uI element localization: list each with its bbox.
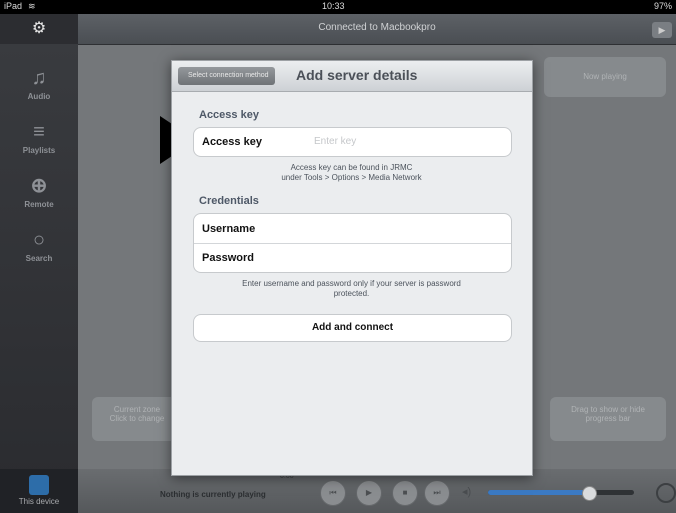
credentials-note-1: Enter username and password only if your… <box>242 279 461 288</box>
volume-thumb[interactable] <box>582 486 597 501</box>
remote-icon: ⊕ <box>30 175 48 197</box>
volume-fill <box>488 490 588 495</box>
device-name: iPad <box>4 1 23 11</box>
sidebar-item-remote[interactable]: ⊕ Remote <box>0 174 78 222</box>
volume-slider[interactable] <box>488 486 634 501</box>
sidebar-item-label: Search <box>25 254 53 263</box>
credentials-note-2: protected. <box>333 289 370 298</box>
add-and-connect-button[interactable]: Add and connect <box>193 314 512 342</box>
username-label: Username <box>202 223 256 235</box>
access-key-label: Access key <box>202 136 262 148</box>
play-icon[interactable]: ▶ <box>356 480 382 506</box>
volume-icon: ◂) <box>462 486 472 498</box>
section-credentials: Credentials <box>199 195 259 207</box>
connection-bar: Connected to Macbookpro <box>78 14 676 45</box>
clock: 10:33 <box>322 1 345 11</box>
sidebar-item-label: Audio <box>27 92 51 101</box>
playlist-icon: ≡ <box>33 121 45 143</box>
sidebar-item-label: Remote <box>24 200 54 209</box>
search-icon: ○ <box>32 229 46 251</box>
progress-tip-bubble: Drag to show or hide progress bar <box>550 397 666 441</box>
settings-gear-icon[interactable]: ⚙ <box>0 14 78 44</box>
password-label: Password <box>202 252 254 264</box>
section-access-key: Access key <box>199 109 259 121</box>
device-icon <box>29 475 49 495</box>
username-field[interactable]: Username <box>194 214 511 243</box>
player-status: Nothing is currently playing <box>160 490 266 499</box>
music-note-icon: ♫ <box>31 67 47 89</box>
timer-icon[interactable] <box>656 483 676 503</box>
this-device-button[interactable]: This device <box>0 469 78 513</box>
dialog-title: Add server details <box>296 67 418 83</box>
stop-icon[interactable]: ■ <box>392 480 418 506</box>
sidebar-item-playlists[interactable]: ≡ Playlists <box>0 120 78 168</box>
credentials-group: Username Password <box>193 213 512 273</box>
add-server-dialog: Select connection method Add server deta… <box>171 60 533 476</box>
sidebar-item-search[interactable]: ○ Search <box>0 228 78 276</box>
access-key-note-2: under Tools > Options > Media Network <box>281 173 422 182</box>
password-field[interactable]: Password <box>194 244 511 272</box>
now-playing-button[interactable]: ▶ <box>652 22 672 38</box>
now-playing-bubble: Now playing <box>544 57 666 97</box>
battery-level: 97% <box>653 1 672 11</box>
next-icon[interactable]: ⏭ <box>424 480 450 506</box>
access-key-input[interactable]: Enter key <box>314 136 356 147</box>
wifi-icon: ≋ <box>28 1 36 11</box>
status-bar: iPad ≋ 10:33 97% <box>0 0 676 14</box>
sidebar-item-audio[interactable]: ♫ Audio <box>0 66 78 114</box>
sidebar-item-label: Playlists <box>22 146 56 155</box>
previous-icon[interactable]: ⏮ <box>320 480 346 506</box>
access-key-row[interactable]: Access key Enter key <box>193 127 512 157</box>
device-label: This device <box>18 497 60 506</box>
connection-title: Connected to Macbookpro <box>318 22 436 33</box>
access-key-note-1: Access key can be found in JRMC <box>290 163 413 172</box>
back-button[interactable]: Select connection method <box>178 67 275 85</box>
dialog-header: Select connection method Add server deta… <box>172 61 532 92</box>
zone-tip-bubble: Current zone Click to change <box>92 397 182 441</box>
